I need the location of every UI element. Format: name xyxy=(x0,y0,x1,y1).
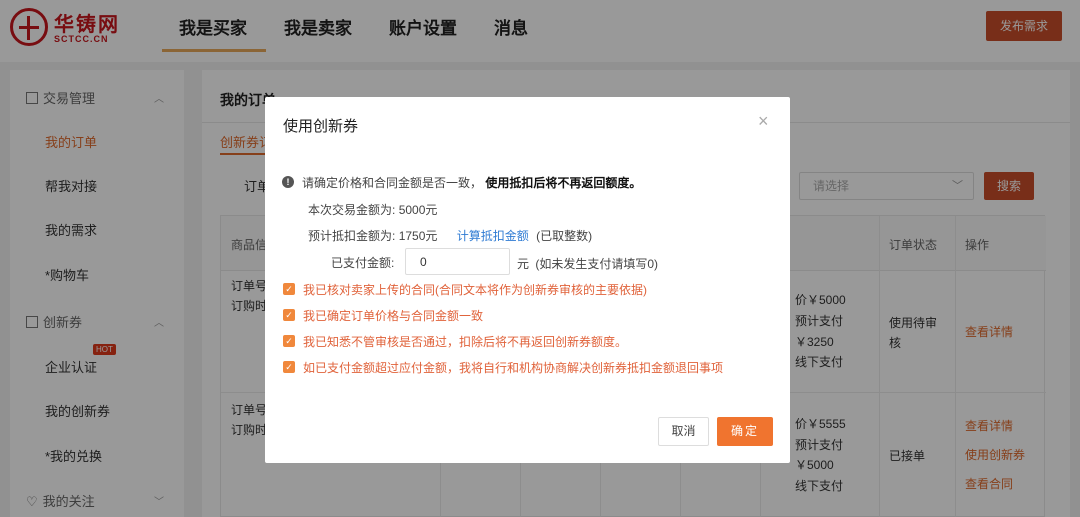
paid-amount-input[interactable] xyxy=(405,248,510,275)
paid-amount-hint: 元 (如未发生支付请填写0) xyxy=(517,257,659,271)
use-voucher-dialog: 使用创新券 × ! 请确定价格和合同金额是否一致， 使用抵扣后将不再返回额度。 … xyxy=(265,97,790,463)
confirm-button[interactable]: 确定 xyxy=(717,417,773,446)
check-contract-label[interactable]: 我已核对卖家上传的合同(合同文本将作为创新券审核的主要依据) xyxy=(303,281,647,298)
trade-amount: 本次交易金额为: 5000元 xyxy=(308,203,438,217)
info-icon: ! xyxy=(282,176,294,188)
paid-amount-label: 已支付金额: xyxy=(331,256,395,270)
notice-text: 请确定价格和合同金额是否一致， 使用抵扣后将不再返回额度。 xyxy=(302,176,642,190)
check-price-label[interactable]: 我已确定订单价格与合同金额一致 xyxy=(303,307,483,324)
check-contract-checkbox[interactable]: ✓ xyxy=(283,283,295,295)
check-price-checkbox[interactable]: ✓ xyxy=(283,309,295,321)
dialog-title: 使用创新券 xyxy=(283,118,359,135)
check-overpay-label[interactable]: 如已支付金额超过应付金额，我将自行和机构协商解决创新券抵扣金额退回事项 xyxy=(303,359,723,376)
check-no-refund-label[interactable]: 我已知悉不管审核是否通过，扣除后将不再返回创新券额度。 xyxy=(303,333,627,350)
check-overpay-checkbox[interactable]: ✓ xyxy=(283,361,295,373)
check-no-refund-checkbox[interactable]: ✓ xyxy=(283,335,295,347)
deduct-amount: 预计抵扣金额为: 1750元 计算抵扣金额 (已取整数) xyxy=(308,229,593,243)
calc-deduct-link[interactable]: 计算抵扣金额 xyxy=(457,229,529,243)
close-icon[interactable]: × xyxy=(758,111,769,132)
cancel-button[interactable]: 取消 xyxy=(658,417,709,446)
